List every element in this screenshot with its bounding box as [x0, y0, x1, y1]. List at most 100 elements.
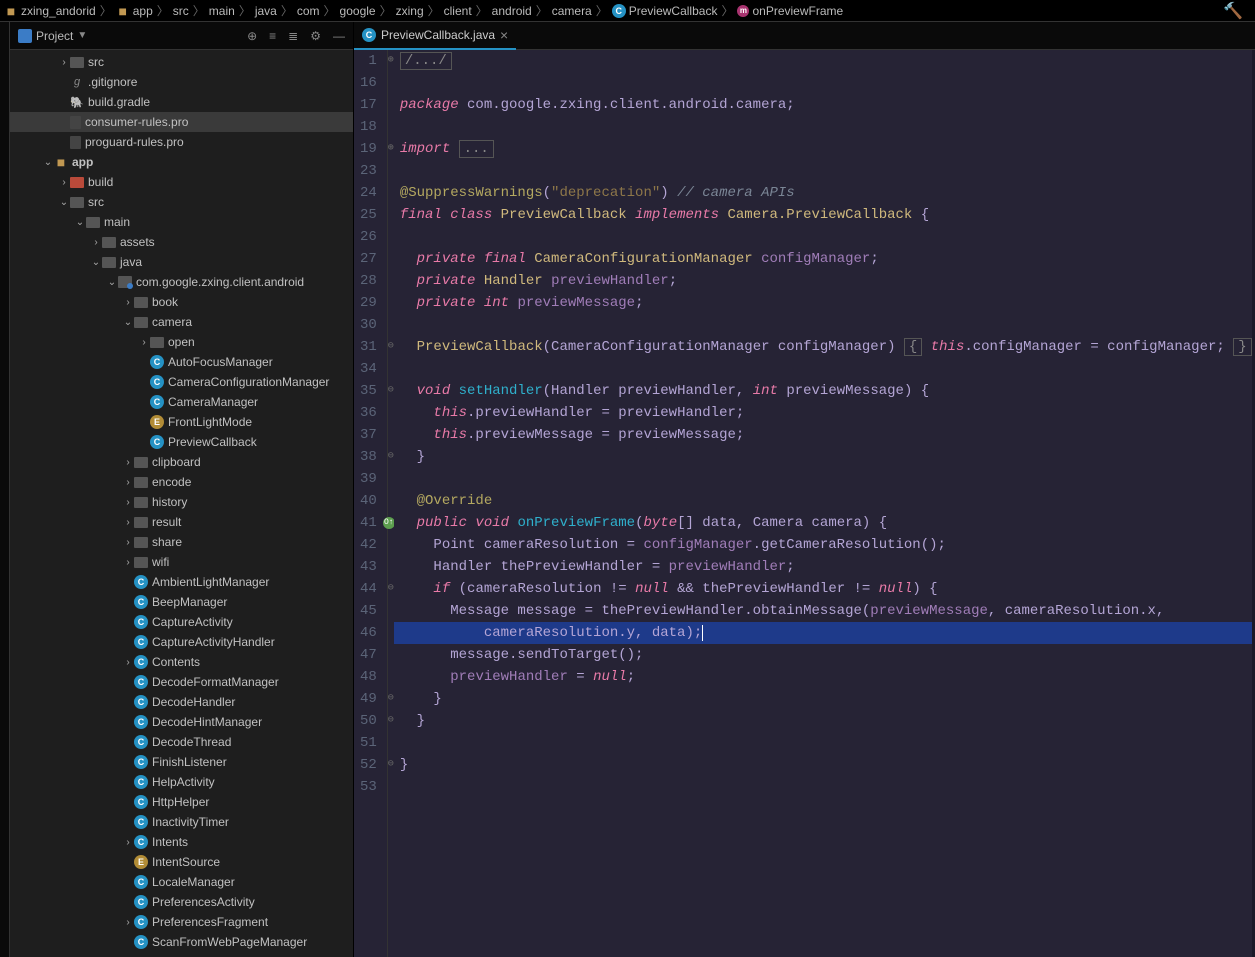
tree-item[interactable]: ›CIntents — [10, 832, 353, 852]
folded-code[interactable]: /.../ — [400, 52, 452, 70]
tree-item[interactable]: CAutoFocusManager — [10, 352, 353, 372]
breadcrumb-item[interactable]: camera — [552, 4, 592, 18]
tree-item[interactable]: CScanFromWebPageManager — [10, 932, 353, 952]
tree-item[interactable]: ›build — [10, 172, 353, 192]
chevron-icon[interactable]: › — [122, 837, 134, 848]
tree-item[interactable]: ›assets — [10, 232, 353, 252]
build-icon[interactable]: 🔨 — [1223, 1, 1251, 21]
tree-item[interactable]: CCaptureActivity — [10, 612, 353, 632]
code-line[interactable]: Handler thePreviewHandler = previewHandl… — [394, 556, 1252, 578]
code-line[interactable]: package com.google.zxing.client.android.… — [394, 94, 1252, 116]
chevron-icon[interactable]: › — [122, 457, 134, 468]
tree-item[interactable]: ›encode — [10, 472, 353, 492]
chevron-icon[interactable]: › — [122, 537, 134, 548]
code-line[interactable]: public void onPreviewFrame(byte[] data, … — [394, 512, 1252, 534]
code-line[interactable] — [394, 358, 1252, 380]
code-line[interactable] — [394, 226, 1252, 248]
chevron-icon[interactable]: › — [58, 177, 70, 188]
tree-item[interactable]: ›open — [10, 332, 353, 352]
tree-item[interactable]: CBeepManager — [10, 592, 353, 612]
project-tree[interactable]: ›src.gitignorebuild.gradleconsumer-rules… — [10, 50, 353, 957]
chevron-icon[interactable]: ⌄ — [90, 257, 102, 268]
chevron-icon[interactable]: › — [138, 337, 150, 348]
chevron-icon[interactable]: ⌄ — [122, 317, 134, 328]
tree-item[interactable]: ›clipboard — [10, 452, 353, 472]
chevron-icon[interactable]: › — [122, 557, 134, 568]
tree-item[interactable]: EIntentSource — [10, 852, 353, 872]
code-line[interactable]: Point cameraResolution = configManager.g… — [394, 534, 1252, 556]
tree-item[interactable]: ›book — [10, 292, 353, 312]
folded-code[interactable]: ... — [459, 140, 494, 158]
chevron-icon[interactable]: › — [90, 237, 102, 248]
breadcrumb-item[interactable]: client — [444, 4, 472, 18]
breadcrumb-item[interactable]: monPreviewFrame — [737, 4, 843, 18]
code-line[interactable]: cameraResolution.y, data); — [394, 622, 1252, 644]
code-line[interactable]: PreviewCallback(CameraConfigurationManag… — [394, 336, 1252, 358]
code-line[interactable]: @Override — [394, 490, 1252, 512]
tree-item[interactable]: ›result — [10, 512, 353, 532]
breadcrumb-item[interactable]: java — [255, 4, 277, 18]
code-line[interactable]: @SuppressWarnings("deprecation") // came… — [394, 182, 1252, 204]
chevron-icon[interactable]: › — [122, 477, 134, 488]
tree-item[interactable]: CCameraManager — [10, 392, 353, 412]
code-line[interactable]: } — [394, 754, 1252, 776]
tree-item[interactable]: CAmbientLightManager — [10, 572, 353, 592]
code-line[interactable]: this.previewMessage = previewMessage; — [394, 424, 1252, 446]
tree-item[interactable]: .gitignore — [10, 72, 353, 92]
code-line[interactable] — [394, 160, 1252, 182]
code-line[interactable] — [394, 468, 1252, 490]
code-line[interactable]: this.previewHandler = previewHandler; — [394, 402, 1252, 424]
tree-item[interactable]: CPreferencesActivity — [10, 892, 353, 912]
breadcrumb-item[interactable]: android — [492, 4, 532, 18]
tree-item[interactable]: CDecodeThread — [10, 732, 353, 752]
code-lines[interactable]: /.../ package com.google.zxing.client.and… — [394, 50, 1252, 957]
tree-item[interactable]: ⌄src — [10, 192, 353, 212]
breadcrumb-item[interactable]: CPreviewCallback — [612, 4, 718, 18]
tool-window-stripe[interactable] — [0, 22, 10, 957]
chevron-icon[interactable]: ⌄ — [106, 277, 118, 288]
code-line[interactable] — [394, 776, 1252, 798]
breadcrumb-item[interactable]: zxing — [396, 4, 424, 18]
code-line[interactable]: message.sendToTarget(); — [394, 644, 1252, 666]
breadcrumb-item[interactable]: google — [340, 4, 376, 18]
tree-item[interactable]: CHelpActivity — [10, 772, 353, 792]
settings-icon[interactable]: ⚙ — [310, 29, 321, 43]
code-line[interactable]: private final CameraConfigurationManager… — [394, 248, 1252, 270]
expand-all-icon[interactable]: ≡ — [269, 29, 276, 43]
code-line[interactable]: previewHandler = null; — [394, 666, 1252, 688]
code-line[interactable] — [394, 732, 1252, 754]
code-line[interactable]: Message message = thePreviewHandler.obta… — [394, 600, 1252, 622]
breadcrumb-item[interactable]: zxing_andorid — [4, 4, 96, 18]
tree-item[interactable]: CCaptureActivityHandler — [10, 632, 353, 652]
code-line[interactable]: final class PreviewCallback implements C… — [394, 204, 1252, 226]
breadcrumb-item[interactable]: main — [209, 4, 235, 18]
breadcrumb-item[interactable]: com — [297, 4, 320, 18]
tree-item[interactable]: ›src — [10, 52, 353, 72]
chevron-icon[interactable]: › — [58, 57, 70, 68]
code-line[interactable]: import ... — [394, 138, 1252, 160]
tree-item[interactable]: ›share — [10, 532, 353, 552]
select-opened-icon[interactable]: ⊕ — [247, 29, 257, 43]
tree-item[interactable]: EFrontLightMode — [10, 412, 353, 432]
chevron-icon[interactable]: ⌄ — [42, 157, 54, 168]
chevron-icon[interactable]: › — [122, 297, 134, 308]
chevron-icon[interactable]: › — [122, 517, 134, 528]
tree-item[interactable]: ›CPreferencesFragment — [10, 912, 353, 932]
code-line[interactable] — [394, 72, 1252, 94]
code-line[interactable]: } — [394, 446, 1252, 468]
scrollbar[interactable] — [1252, 50, 1255, 957]
chevron-icon[interactable]: ⌄ — [74, 217, 86, 228]
code-line[interactable] — [394, 116, 1252, 138]
tree-item[interactable]: CInactivityTimer — [10, 812, 353, 832]
close-icon[interactable]: × — [500, 27, 508, 43]
code-line[interactable]: } — [394, 710, 1252, 732]
chevron-icon[interactable]: › — [122, 917, 134, 928]
tree-item[interactable]: ›history — [10, 492, 353, 512]
tree-item[interactable]: ⌄app — [10, 152, 353, 172]
code-line[interactable]: } — [394, 688, 1252, 710]
code-line[interactable]: if (cameraResolution != null && thePrevi… — [394, 578, 1252, 600]
hide-icon[interactable]: — — [333, 29, 345, 43]
breadcrumb-item[interactable]: src — [173, 4, 189, 18]
chevron-icon[interactable]: › — [122, 657, 134, 668]
tree-item[interactable]: consumer-rules.pro — [10, 112, 353, 132]
